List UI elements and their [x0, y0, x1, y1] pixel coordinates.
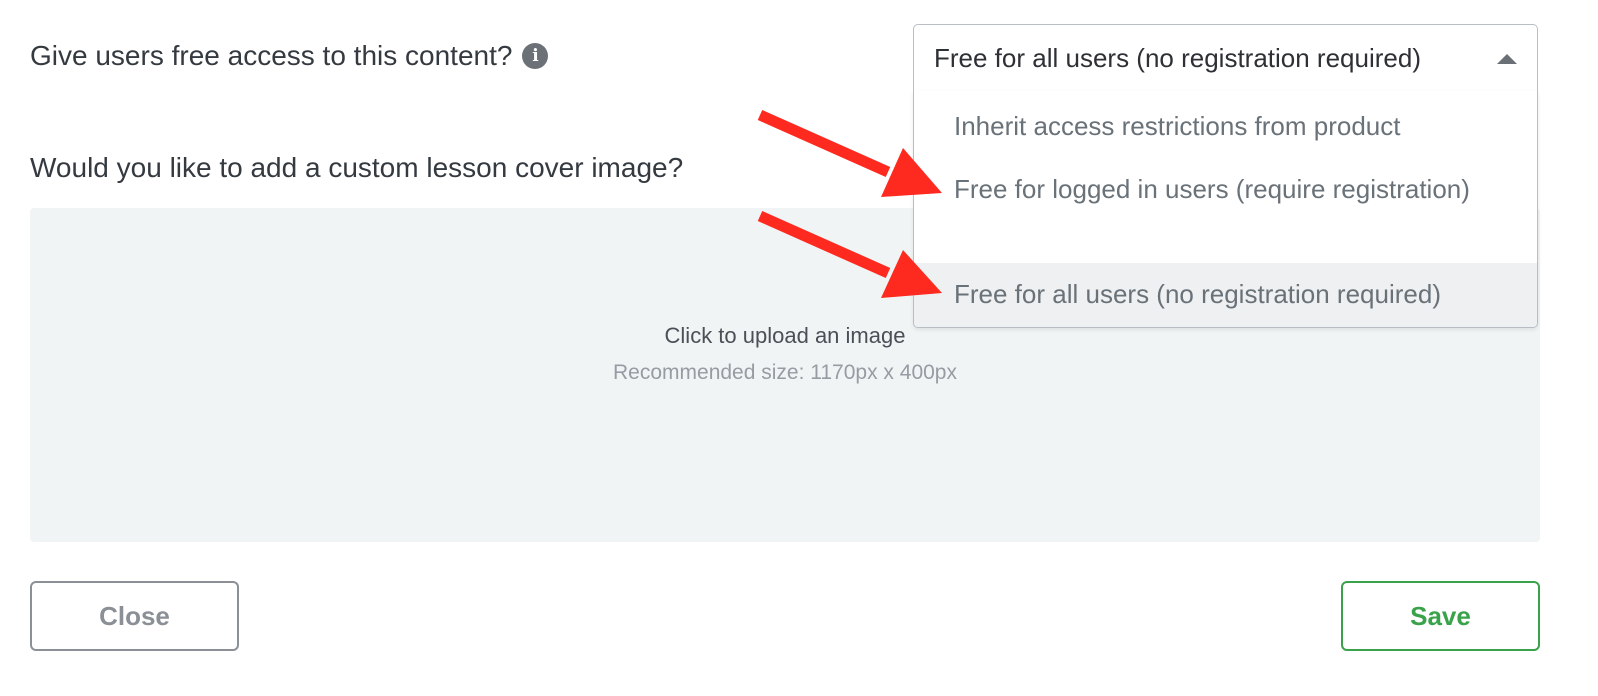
- save-button[interactable]: Save: [1341, 581, 1540, 651]
- upload-hint: Recommended size: 1170px x 400px: [613, 361, 957, 384]
- upload-title: Click to upload an image: [664, 323, 906, 348]
- caret-up-icon: [1497, 54, 1517, 64]
- option-free-all-users[interactable]: Free for all users (no registration requ…: [914, 263, 1537, 327]
- close-button[interactable]: Close: [30, 581, 239, 651]
- access-select-value: Free for all users (no registration requ…: [934, 42, 1421, 73]
- info-icon[interactable]: i: [522, 43, 549, 69]
- cover-image-question: Would you like to add a custom lesson co…: [30, 152, 684, 183]
- access-select[interactable]: Free for all users (no registration requ…: [913, 24, 1538, 92]
- access-dropdown-menu: Inherit access restrictions from product…: [913, 91, 1538, 328]
- access-question-label: Give users free access to this content?: [30, 40, 513, 71]
- option-free-logged-in[interactable]: Free for logged in users (require regist…: [914, 168, 1537, 210]
- option-inherit-access[interactable]: Inherit access restrictions from product: [914, 105, 1537, 147]
- access-question: Give users free access to this content? …: [30, 40, 549, 72]
